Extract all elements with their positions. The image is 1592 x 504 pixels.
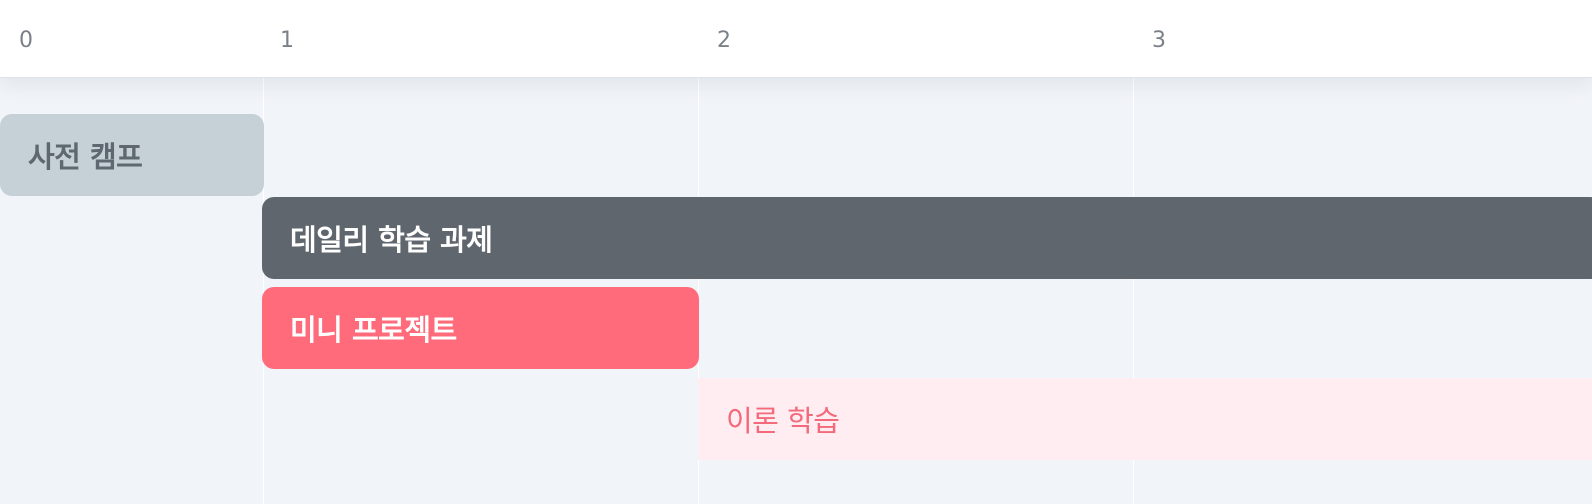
schedule-bar-precamp[interactable]: 사전 캠프 bbox=[0, 114, 264, 196]
schedule-bar-theory-study[interactable]: 이론 학습 bbox=[698, 378, 1592, 460]
tick-label-0: 0 bbox=[19, 28, 33, 53]
tick-label-2: 2 bbox=[717, 28, 731, 53]
schedule-bar-daily-assignment[interactable]: 데일리 학습 과제 bbox=[262, 197, 1592, 279]
schedule-bar-label: 미니 프로젝트 bbox=[290, 313, 457, 347]
tick-label-3: 3 bbox=[1152, 28, 1166, 53]
timeline-chart: 0 1 2 3 사전 캠프 데일리 학습 과제 미니 프로젝트 이론 학습 bbox=[0, 0, 1592, 504]
schedule-bar-label: 이론 학습 bbox=[726, 404, 840, 438]
schedule-bar-label: 사전 캠프 bbox=[28, 140, 143, 174]
tick-label-1: 1 bbox=[280, 28, 294, 53]
schedule-bar-mini-project[interactable]: 미니 프로젝트 bbox=[262, 287, 699, 369]
schedule-bar-label: 데일리 학습 과제 bbox=[290, 223, 493, 257]
timeline-header: 0 1 2 3 bbox=[0, 0, 1592, 78]
